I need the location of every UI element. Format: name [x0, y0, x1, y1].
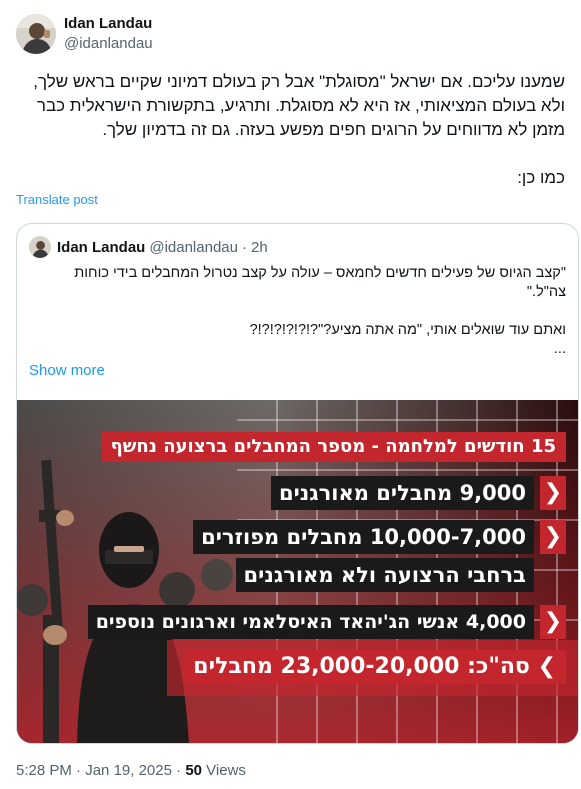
- author-meta: Idan Landau @idanlandau: [64, 14, 153, 54]
- dot-separator: ·: [76, 762, 82, 779]
- post-text: שמענו עליכם. אם ישראל "מסוגלת" אבל רק בע…: [33, 72, 565, 187]
- views-label: Views: [206, 762, 246, 779]
- quoted-post-time: 2h: [250, 238, 268, 256]
- chevron-icon: ❯: [540, 520, 566, 554]
- graphic-title: 15 חודשים למלחמה - מספר המחבלים ברצועה נ…: [100, 432, 566, 462]
- quoted-author-handle: @idanlandau: [149, 238, 238, 256]
- chevron-icon: ❯: [540, 476, 566, 510]
- quoted-post-image[interactable]: 15 חודשים למלחמה - מספר המחבלים ברצועה נ…: [17, 400, 578, 743]
- quoted-author-avatar: [29, 236, 51, 258]
- post-date[interactable]: Jan 19, 2025: [85, 762, 172, 779]
- show-more-link[interactable]: Show more: [29, 362, 105, 379]
- dot-separator: ·: [176, 762, 182, 779]
- post-footer: 5:28 PM · Jan 19, 2025 · 50 Views: [16, 762, 246, 779]
- translate-post-link[interactable]: Translate post: [16, 192, 98, 207]
- post-header: Idan Landau @idanlandau: [16, 12, 153, 56]
- quoted-post-card[interactable]: Idan Landau @idanlandau · 2h "קצב הגיוס …: [16, 223, 579, 744]
- views-count[interactable]: 50: [185, 762, 202, 779]
- profile-photo-icon: [29, 236, 51, 258]
- author-avatar[interactable]: [16, 14, 56, 54]
- chevron-icon: ❯: [540, 605, 566, 639]
- stat-row: 4,000 אנשי הג'יהאד האיסלאמי וארגונים נוס…: [87, 605, 534, 639]
- quoted-post-text: "קצב הגיוס של פעילים חדשים לחמאס – עולה …: [74, 265, 566, 357]
- profile-photo-icon: [16, 14, 56, 54]
- author-handle[interactable]: @idanlandau: [64, 34, 153, 54]
- total-text: סה"כ: 23,000-20,000 מחבלים: [193, 654, 530, 679]
- stat-row: 10,000-7,000 מחבלים מפוזרים: [193, 520, 534, 554]
- chevron-icon: ❯: [537, 654, 556, 679]
- graphic-total: ❯ סה"כ: 23,000-20,000 מחבלים: [183, 650, 566, 684]
- dot-separator: ·: [241, 238, 247, 256]
- quoted-author-display-name: Idan Landau: [57, 238, 146, 256]
- stat-row: ברחבי הרצועה ולא מאורגנים: [235, 558, 534, 592]
- stat-row: 9,000 מחבלים מאורגנים: [270, 476, 534, 510]
- author-display-name[interactable]: Idan Landau: [64, 14, 153, 34]
- quoted-post-header: Idan Landau @idanlandau · 2h: [29, 235, 268, 259]
- post-time[interactable]: 5:28 PM: [16, 762, 72, 779]
